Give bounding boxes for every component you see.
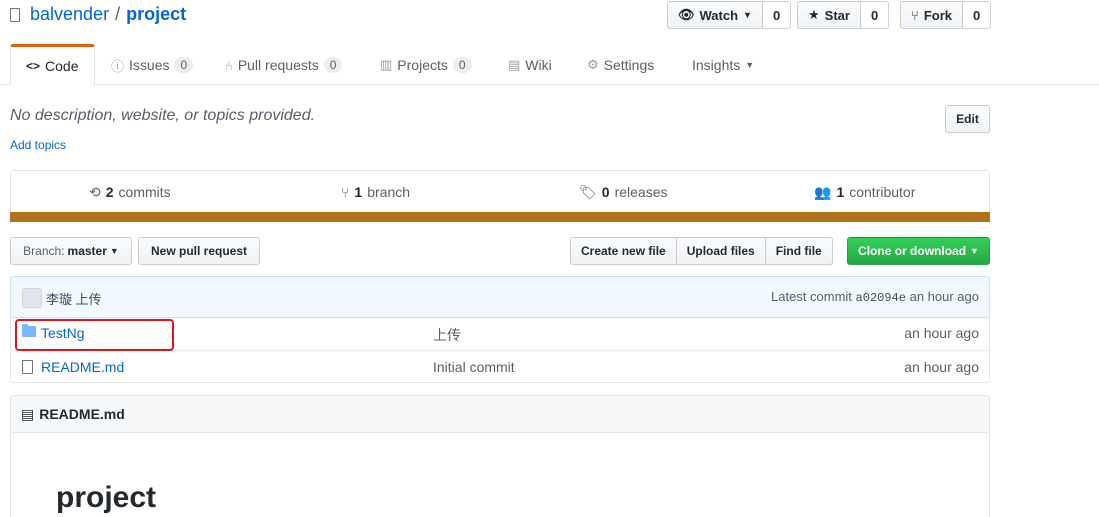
repo-owner-link[interactable]: balvender — [30, 4, 109, 25]
list-item: README.md Initial commit an hour ago — [11, 350, 989, 383]
gear-icon: ⚙ — [587, 57, 599, 72]
file-name-link[interactable]: README.md — [41, 359, 124, 375]
file-age: an hour ago — [904, 359, 979, 375]
file-actions: Create new file Upload files Find file — [570, 237, 833, 265]
add-topics-link[interactable]: Add topics — [10, 138, 66, 152]
repo-nav: <> Code ⓘ Issues 0 ⑃ Pull requests 0 ▥ P… — [0, 44, 1099, 86]
caret-down-icon: ▼ — [970, 246, 979, 256]
repo-title: balvender / project — [10, 4, 186, 25]
contributors-link[interactable]: 👥 1 contributor — [814, 171, 915, 213]
create-new-file-button[interactable]: Create new file — [570, 237, 677, 265]
readme-header: ▤ README.md — [11, 396, 989, 433]
star-count[interactable]: 0 — [860, 1, 890, 29]
book-icon: ▤ — [21, 405, 35, 422]
pr-count-badge: 0 — [323, 57, 343, 73]
code-icon: <> — [26, 59, 41, 73]
file-age: an hour ago — [904, 325, 979, 341]
repo-summary: ⟲ 2 commits ⑂ 1 branch 🏷 0 releases 👥 1 … — [10, 170, 990, 222]
branch-icon: ⑂ — [341, 184, 350, 200]
watch-button[interactable]: 👁 Watch ▼ — [667, 1, 763, 29]
projects-count-badge: 0 — [452, 57, 472, 73]
project-icon: ▥ — [380, 57, 393, 72]
tab-projects[interactable]: ▥ Projects 0 — [365, 44, 487, 86]
fork-count[interactable]: 0 — [962, 1, 992, 29]
history-icon: ⟲ — [89, 183, 101, 200]
branches-link[interactable]: ⑂ 1 branch — [341, 171, 410, 213]
highlight-box — [15, 319, 174, 351]
latest-commit-bar: 李璇 上传 Latest commit a02094e an hour ago — [10, 276, 990, 318]
watch-group: 👁 Watch ▼ 0 — [667, 1, 792, 29]
file-commit-message[interactable]: 上传 — [433, 325, 461, 345]
commit-sha-link[interactable]: a02094e — [856, 291, 906, 305]
repo-description: No description, website, or topics provi… — [10, 107, 316, 124]
caret-down-icon: ▼ — [109, 246, 119, 256]
star-group: ★ Star 0 — [797, 1, 890, 29]
language-bar[interactable] — [10, 212, 990, 222]
fork-group: ⑂ Fork 0 — [900, 1, 992, 29]
clone-download-button[interactable]: Clone or download ▼ — [847, 237, 990, 265]
find-file-button[interactable]: Find file — [764, 237, 833, 265]
caret-down-icon: ▼ — [743, 10, 752, 20]
commits-link[interactable]: ⟲ 2 commits — [89, 171, 171, 213]
star-button[interactable]: ★ Star — [797, 1, 861, 29]
repo-icon — [10, 7, 20, 22]
star-icon: ★ — [808, 7, 820, 22]
fork-button[interactable]: ⑂ Fork — [900, 1, 963, 29]
tab-code[interactable]: <> Code — [10, 44, 95, 86]
readme-panel: ▤ README.md project — [10, 395, 990, 517]
tab-pull-requests[interactable]: ⑃ Pull requests 0 — [210, 44, 357, 86]
commit-author-message[interactable]: 李璇 上传 — [46, 289, 102, 308]
upload-files-button[interactable]: Upload files — [675, 237, 766, 265]
issues-count-badge: 0 — [174, 57, 194, 73]
tab-insights[interactable]: Insights ▼ — [677, 44, 769, 86]
file-icon — [22, 360, 33, 374]
tab-settings[interactable]: ⚙ Settings — [572, 44, 669, 86]
pull-request-icon: ⑃ — [225, 57, 233, 73]
eye-icon: 👁 — [678, 7, 695, 22]
people-icon: 👥 — [814, 183, 832, 200]
caret-down-icon: ▼ — [745, 60, 755, 70]
edit-button[interactable]: Edit — [945, 105, 990, 133]
avatar[interactable] — [22, 288, 42, 308]
tab-wiki[interactable]: ▤ Wiki — [493, 44, 567, 86]
readme-heading: project — [56, 481, 157, 514]
watch-count[interactable]: 0 — [762, 1, 792, 29]
repo-name-link[interactable]: project — [126, 4, 186, 25]
new-pull-request-button[interactable]: New pull request — [138, 237, 260, 265]
book-icon: ▤ — [508, 57, 521, 72]
fork-icon: ⑂ — [911, 7, 919, 23]
releases-link[interactable]: 🏷 0 releases — [579, 171, 668, 213]
file-commit-message[interactable]: Initial commit — [433, 359, 515, 375]
repo-separator: / — [115, 4, 121, 24]
tag-icon: 🏷 — [579, 183, 597, 200]
issue-icon: ⓘ — [111, 58, 125, 74]
branch-select-button[interactable]: Branch: master ▼ — [10, 237, 132, 265]
latest-commit-info: Latest commit a02094e an hour ago — [771, 289, 979, 305]
tab-issues[interactable]: ⓘ Issues 0 — [96, 44, 208, 86]
